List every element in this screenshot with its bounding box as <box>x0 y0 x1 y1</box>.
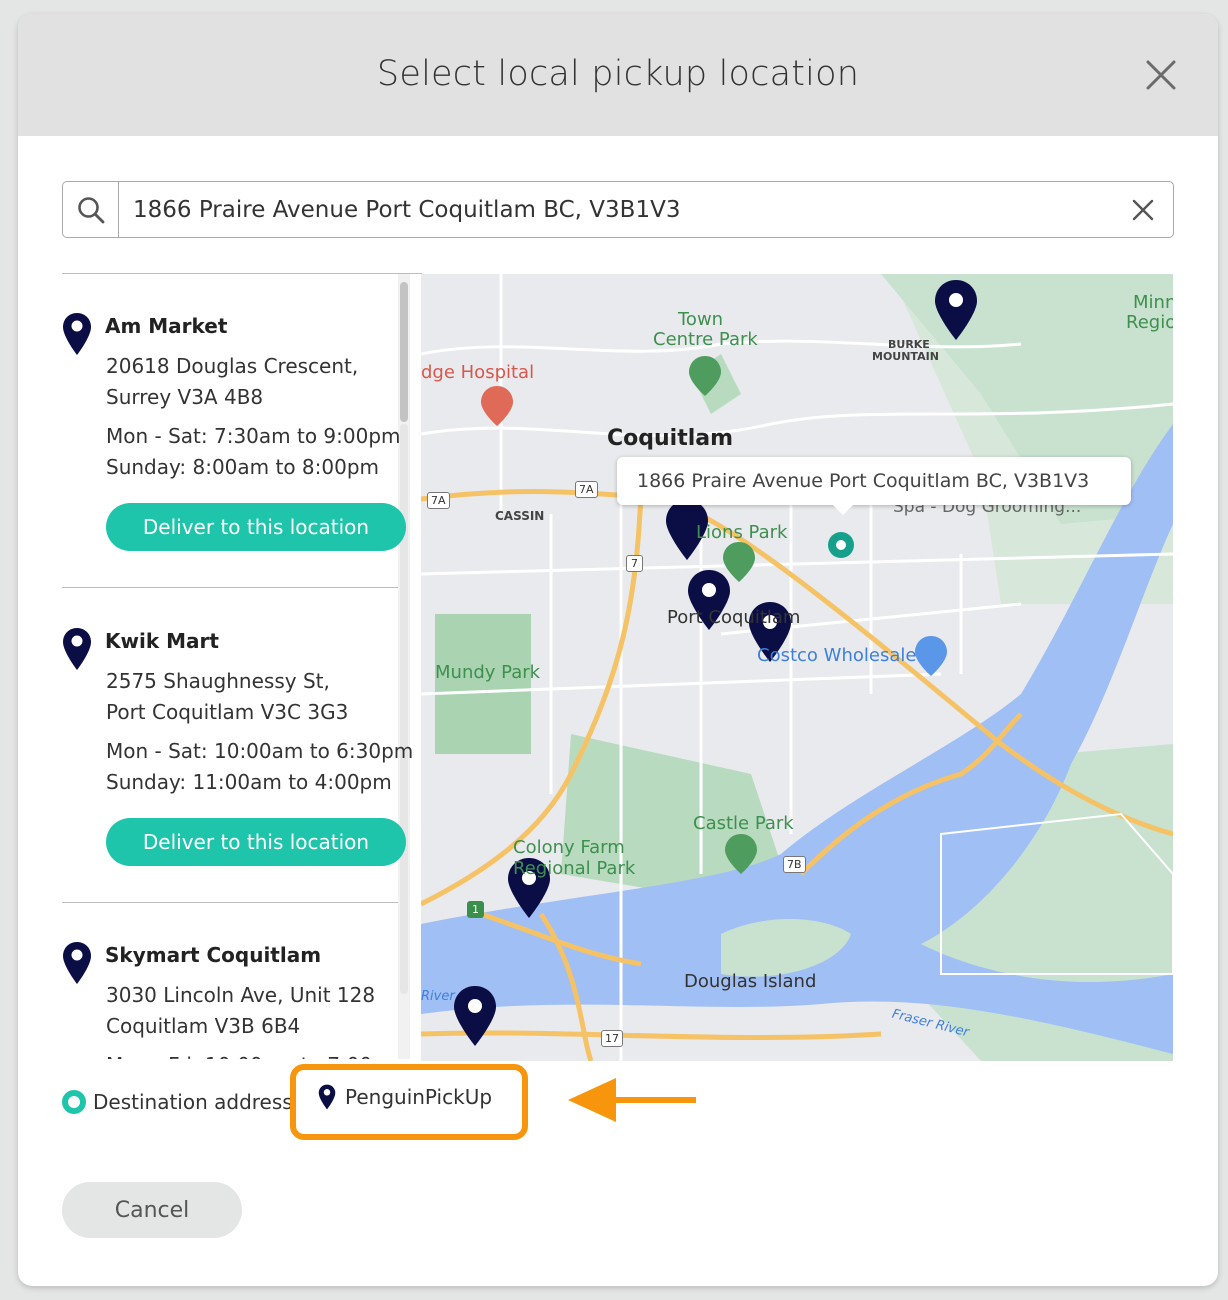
legend-destination-label: Destination address <box>93 1090 293 1114</box>
map-label: Port Coquitlam <box>667 607 801 628</box>
map-label: Minn <box>1133 292 1173 313</box>
list-scrollbar-rail <box>400 424 408 994</box>
location-hours: Sunday: 8:00am to 8:00pm <box>106 455 380 479</box>
hospital-marker <box>481 386 513 426</box>
clear-search-button[interactable] <box>1113 182 1173 237</box>
map-label: Castle Park <box>693 813 794 834</box>
map-pin-icon <box>63 313 91 355</box>
legend-pickup: PenguinPickUp <box>318 1084 492 1110</box>
map-legend: Destination address <box>62 1082 293 1122</box>
location-address: Coquitlam V3B 6B4 <box>106 1014 301 1038</box>
location-list: Am Market 20618 Douglas Crescent, Surrey… <box>62 273 422 1059</box>
map-label: Centre Park <box>653 329 758 350</box>
legend-pickup-label: PenguinPickUp <box>345 1085 493 1109</box>
location-address: Surrey V3A 4B8 <box>106 385 264 409</box>
destination-dot-icon <box>62 1090 86 1114</box>
map-view[interactable]: Town Centre Park dge Hospital Coquitlam … <box>421 274 1173 1061</box>
highway-shield: 7A <box>575 481 598 498</box>
map-label: Colony Farm <box>513 837 625 858</box>
cancel-button[interactable]: Cancel <box>62 1182 242 1238</box>
shopping-marker <box>915 636 947 676</box>
map-park-mundy <box>435 614 531 754</box>
map-label: Town <box>678 309 724 330</box>
map-label: MOUNTAIN <box>872 350 939 363</box>
location-hours: Mon - Fri: 10:00am to 7:00pm <box>106 1053 404 1059</box>
close-icon <box>1146 60 1176 90</box>
deliver-to-location-button[interactable]: Deliver to this location <box>106 818 406 866</box>
map-label: River <box>421 989 455 1004</box>
highway-shield: 17 <box>601 1030 623 1047</box>
map-label: Coquitlam <box>607 426 734 451</box>
map-label: Costco Wholesale <box>757 645 917 666</box>
highway-shield: 7A <box>427 492 450 509</box>
map-label: Regio <box>1126 312 1173 333</box>
legend-destination: Destination address <box>62 1090 293 1114</box>
map-pin-icon <box>318 1084 336 1110</box>
list-divider <box>62 902 398 903</box>
location-name: Skymart Coquitlam <box>105 943 322 967</box>
list-scrollbar-thumb[interactable] <box>400 282 408 422</box>
location-item: Skymart Coquitlam 3030 Lincoln Ave, Unit… <box>62 941 404 1059</box>
location-item: Kwik Mart 2575 Shaughnessy St, Port Coqu… <box>62 627 413 897</box>
dialog-title: Select local pickup location <box>376 54 860 94</box>
dialog-header: Select local pickup location <box>18 14 1218 136</box>
address-search-input[interactable] <box>119 182 1113 237</box>
close-button[interactable] <box>1144 58 1178 92</box>
deliver-to-location-button[interactable]: Deliver to this location <box>106 503 406 551</box>
location-hours: Mon - Sat: 10:00am to 6:30pm <box>106 739 414 763</box>
location-item: Am Market 20618 Douglas Crescent, Surrey… <box>62 312 406 582</box>
map-pin-icon <box>63 628 91 670</box>
highway-shield: 1 <box>467 901 484 918</box>
map-label: CASSIN <box>495 509 545 523</box>
location-hours: Mon - Sat: 7:30am to 9:00pm <box>106 424 401 448</box>
location-address: 20618 Douglas Crescent, <box>106 354 359 378</box>
search-button[interactable] <box>63 182 119 237</box>
map-address-tooltip: 1866 Praire Avenue Port Coquitlam BC, V3… <box>617 457 1131 505</box>
map-label: Mundy Park <box>435 662 541 683</box>
map-label: Lions Park <box>696 522 788 543</box>
address-search <box>62 181 1174 238</box>
map-label: Regional Park <box>513 858 636 879</box>
location-name: Kwik Mart <box>105 629 219 653</box>
location-address: 2575 Shaughnessy St, <box>106 669 330 693</box>
location-address: 3030 Lincoln Ave, Unit 128 <box>106 983 376 1007</box>
map-label: dge Hospital <box>421 362 535 383</box>
map-label: Douglas Island <box>684 971 817 992</box>
pickup-location-dialog: Select local pickup location Am Market 2… <box>18 14 1218 1286</box>
map-pin-icon <box>63 942 91 984</box>
park-marker <box>723 542 755 582</box>
arrow-left-icon <box>568 1078 696 1122</box>
list-divider <box>62 587 398 588</box>
highway-shield: 7 <box>626 555 643 572</box>
search-icon <box>77 196 104 223</box>
location-name: Am Market <box>105 314 228 338</box>
location-address: Port Coquitlam V3C 3G3 <box>106 700 349 724</box>
highway-shield: 7B <box>783 856 806 873</box>
tooltip-tail <box>833 505 853 515</box>
clear-icon <box>1132 199 1154 220</box>
location-hours: Sunday: 11:00am to 4:00pm <box>106 770 392 794</box>
